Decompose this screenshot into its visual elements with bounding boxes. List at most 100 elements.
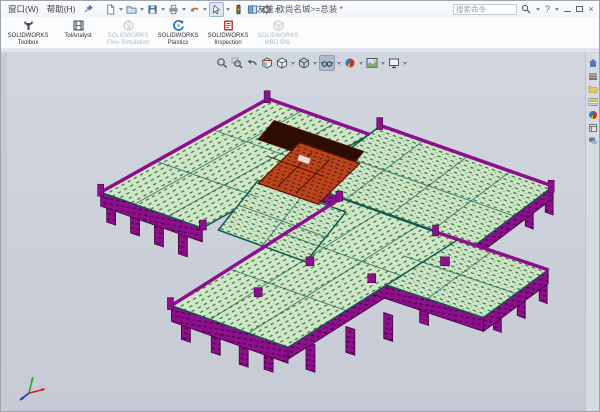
heads-up-view-toolbar <box>215 55 408 71</box>
section-view-icon <box>261 57 273 69</box>
display-style-icon <box>298 57 310 69</box>
help-caret[interactable] <box>555 8 559 11</box>
scene-icon <box>366 57 378 69</box>
rebuild-button[interactable] <box>232 3 245 16</box>
undo-icon <box>189 4 200 15</box>
view-orientation-icon <box>276 57 288 69</box>
solidworks-window: 窗口(W) 帮助(H) 友佳.欧尚名城>=总装 * <box>0 0 600 412</box>
design-library-button[interactable] <box>588 71 598 81</box>
view-orientation-button[interactable] <box>275 56 289 70</box>
options-caret[interactable] <box>275 8 279 11</box>
quick-access-toolbar <box>104 2 280 17</box>
select-cursor-icon <box>211 4 222 15</box>
display-style-caret[interactable] <box>313 62 317 65</box>
close-button[interactable]: × <box>586 4 596 14</box>
appearance-sphere-icon <box>344 57 356 69</box>
new-document-icon <box>105 4 116 15</box>
print-button[interactable] <box>167 3 180 16</box>
undo-caret[interactable] <box>203 8 207 11</box>
gear-icon <box>261 4 272 15</box>
zoom-fit-button[interactable] <box>215 56 229 70</box>
addin-inspection[interactable]: SOLIDWORKS Inspection <box>203 17 253 48</box>
display-style-button[interactable] <box>297 56 311 70</box>
search-input[interactable] <box>453 4 517 15</box>
mbd-snl-icon <box>272 19 285 32</box>
print-icon <box>168 4 179 15</box>
save-caret[interactable] <box>161 8 165 11</box>
apply-scene-button[interactable] <box>365 56 379 70</box>
display-settings-button[interactable] <box>246 3 259 16</box>
view-orientation-caret[interactable] <box>291 62 295 65</box>
solidworks-forum-button[interactable] <box>588 136 598 146</box>
edit-appearance-button[interactable] <box>343 56 357 70</box>
restore-icon <box>576 6 583 12</box>
help-button[interactable]: ? <box>543 4 552 14</box>
appearances-icon <box>588 110 598 120</box>
select-caret[interactable] <box>226 8 230 11</box>
view-palette-icon <box>588 97 598 107</box>
save-button[interactable] <box>146 3 159 16</box>
custom-properties-button[interactable] <box>588 123 598 133</box>
titlebar-right-controls: ? × <box>453 4 596 15</box>
print-caret[interactable] <box>182 8 186 11</box>
zoom-area-button[interactable] <box>230 56 244 70</box>
open-folder-icon <box>126 4 137 15</box>
search-caret[interactable] <box>536 8 540 11</box>
toolbox-icon <box>22 19 35 32</box>
traffic-light-icon <box>233 4 244 15</box>
display-grid-icon <box>247 4 258 15</box>
model-canvas[interactable] <box>7 53 599 411</box>
scene-caret[interactable] <box>381 62 385 65</box>
addin-tolanalyst[interactable]: TolAnalyst <box>53 17 103 48</box>
addin-flow-simulation[interactable]: SOLIDWORKS Flow Simulation <box>103 17 153 48</box>
search-icon[interactable] <box>519 4 533 14</box>
tolanalyst-icon <box>72 19 85 32</box>
restore-button[interactable] <box>574 4 584 14</box>
appearances-button[interactable] <box>588 110 598 120</box>
flow-simulation-icon <box>122 19 135 32</box>
graphics-viewport[interactable] <box>1 53 599 411</box>
addins-toolbar: SOLIDWORKS Toolbox TolAnalyst SOLIDWORKS… <box>1 17 599 49</box>
forum-chat-icon <box>588 136 598 146</box>
addin-toolbox[interactable]: SOLIDWORKS Toolbox <box>3 17 53 48</box>
open-button[interactable] <box>125 3 138 16</box>
view-settings-button[interactable] <box>387 56 401 70</box>
section-view-button[interactable] <box>260 56 274 70</box>
previous-view-icon <box>246 57 258 69</box>
pin-menu-icon[interactable] <box>84 4 94 14</box>
task-pane <box>585 53 599 411</box>
file-explorer-button[interactable] <box>588 84 598 94</box>
custom-properties-icon <box>588 123 598 133</box>
inspection-icon <box>222 19 235 32</box>
plastics-icon <box>172 19 185 32</box>
previous-view-button[interactable] <box>245 56 259 70</box>
design-library-icon <box>588 71 598 81</box>
new-caret[interactable] <box>119 8 123 11</box>
menu-window[interactable]: 窗口(W) <box>4 3 43 15</box>
appearance-caret[interactable] <box>359 62 363 65</box>
minimize-icon <box>564 11 571 12</box>
file-explorer-icon <box>588 84 598 94</box>
open-caret[interactable] <box>140 8 144 11</box>
reference-triad <box>20 377 45 400</box>
save-icon <box>147 4 158 15</box>
menu-help[interactable]: 帮助(H) <box>43 3 80 15</box>
titlebar: 窗口(W) 帮助(H) 友佳.欧尚名城>=总装 * <box>1 1 599 17</box>
new-document-button[interactable] <box>104 3 117 16</box>
monitor-icon <box>388 57 400 69</box>
addin-plastics[interactable]: SOLIDWORKS Plastics <box>153 17 203 48</box>
undo-button[interactable] <box>188 3 201 16</box>
home-icon <box>588 58 598 68</box>
view-settings-caret[interactable] <box>403 62 407 65</box>
hide-show-caret[interactable] <box>337 62 341 65</box>
addin-mbd-snl[interactable]: SOLIDWORKS MBD SNL <box>253 17 303 48</box>
hide-show-items-button[interactable] <box>319 55 335 71</box>
options-button[interactable] <box>260 3 273 16</box>
minimize-button[interactable] <box>562 4 572 14</box>
view-palette-button[interactable] <box>588 97 598 107</box>
glasses-icon <box>321 57 333 69</box>
select-button[interactable] <box>209 2 224 17</box>
home-button[interactable] <box>588 58 598 68</box>
zoom-area-icon <box>231 57 243 69</box>
zoom-fit-icon <box>216 57 228 69</box>
